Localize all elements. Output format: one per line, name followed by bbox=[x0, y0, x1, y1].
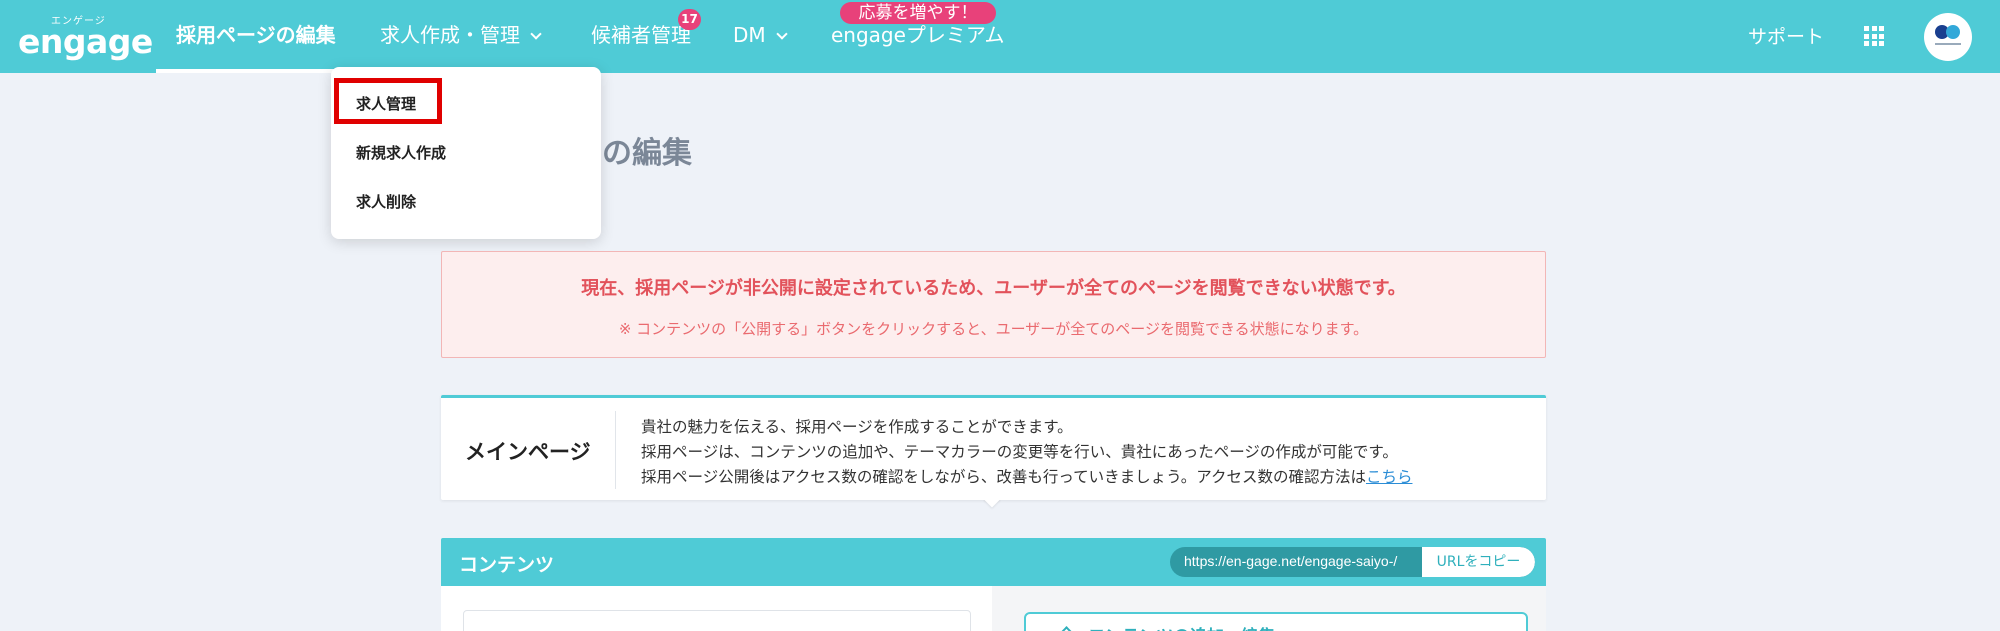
page-title-text: の編集 bbox=[602, 136, 692, 171]
nav-candidates[interactable]: 候補者管理 bbox=[591, 20, 691, 50]
content-preview-box bbox=[463, 610, 971, 631]
nav-jobs-label: 求人作成・管理 bbox=[380, 23, 520, 47]
main-page-description-1: 貴社の魅力を伝える、採用ページを作成することができます。 bbox=[641, 418, 1073, 436]
support-link[interactable]: サポート bbox=[1748, 22, 1824, 49]
nav-edit-page-label: 採用ページの編集 bbox=[176, 23, 336, 47]
chevron-down-icon bbox=[530, 28, 542, 40]
add-edit-contents-button[interactable]: コンテンツの追加・編集 bbox=[1024, 612, 1528, 631]
contents-title: コンテンツ bbox=[459, 554, 555, 576]
nav-candidates-label: 候補者管理 bbox=[591, 23, 691, 47]
access-help-link[interactable]: こちら bbox=[1366, 468, 1413, 486]
apps-grid-icon[interactable] bbox=[1864, 26, 1884, 46]
nav-jobs-menu[interactable]: 求人作成・管理 bbox=[380, 20, 542, 50]
nav-dm-menu[interactable]: DM bbox=[733, 20, 788, 50]
engage-logo[interactable]: エンゲージ engage bbox=[18, 10, 153, 61]
chevron-up-icon bbox=[1060, 626, 1073, 631]
menu-item-job-management[interactable]: 求人管理 bbox=[356, 93, 416, 114]
menu-item-delete-job[interactable]: 求人削除 bbox=[356, 191, 416, 212]
candidates-count-badge: 17 bbox=[678, 9, 701, 30]
logo-wordmark: engage bbox=[18, 22, 153, 61]
active-nav-underline bbox=[156, 69, 356, 73]
contents-left-panel bbox=[441, 586, 992, 631]
page-url-pill: https://en-gage.net/engage-saiyo-/ URLをコ… bbox=[1170, 547, 1535, 577]
main-page-description-3-text: 採用ページ公開後はアクセス数の確認をしながら、改善も行っていきましょう。アクセス… bbox=[641, 468, 1366, 486]
nav-premium-label: engageプレミアム bbox=[831, 23, 1005, 47]
menu-item-new-job[interactable]: 新規求人作成 bbox=[356, 142, 446, 163]
alert-message: 現在、採用ページが非公開に設定されているため、ユーザーが全てのページを閲覧できな… bbox=[581, 278, 1406, 299]
add-edit-contents-label: コンテンツの追加・編集 bbox=[1088, 622, 1275, 631]
copy-url-button[interactable]: URLをコピー bbox=[1422, 547, 1535, 577]
nav-dm-label: DM bbox=[733, 23, 766, 47]
card-pointer-arrow bbox=[983, 500, 1001, 512]
nav-premium[interactable]: engageプレミアム bbox=[831, 20, 1005, 50]
contents-header: コンテンツ https://en-gage.net/engage-saiyo-/… bbox=[441, 538, 1546, 586]
page-url[interactable]: https://en-gage.net/engage-saiyo-/ bbox=[1184, 553, 1397, 569]
jobs-dropdown-menu: 求人管理 新規求人作成 求人削除 bbox=[331, 67, 601, 239]
top-nav-bar: エンゲージ engage 採用ページの編集 求人作成・管理 候補者管理 17 D… bbox=[0, 0, 2000, 73]
account-avatar[interactable] bbox=[1924, 13, 1972, 61]
nav-edit-page[interactable]: 採用ページの編集 bbox=[176, 20, 336, 50]
alert-note: ※ コンテンツの「公開する」ボタンをクリックすると、ユーザーが全てのページを閲覧… bbox=[618, 320, 1369, 338]
private-page-alert: 現在、採用ページが非公開に設定されているため、ユーザーが全てのページを閲覧できな… bbox=[441, 251, 1546, 358]
main-page-description-2: 採用ページは、コンテンツの追加や、テーマカラーの変更等を行い、貴社にあったページ… bbox=[641, 443, 1398, 461]
en-logo-icon bbox=[1934, 25, 1962, 43]
main-page-card: メインページ 貴社の魅力を伝える、採用ページを作成することができます。 採用ペー… bbox=[441, 395, 1546, 500]
main-page-title: メインページ bbox=[465, 440, 591, 464]
contents-body: コンテンツの追加・編集 bbox=[441, 586, 1546, 631]
divider bbox=[615, 411, 616, 489]
main-page-description-3: 採用ページ公開後はアクセス数の確認をしながら、改善も行っていきましょう。アクセス… bbox=[641, 465, 1412, 487]
chevron-down-icon bbox=[775, 28, 788, 40]
